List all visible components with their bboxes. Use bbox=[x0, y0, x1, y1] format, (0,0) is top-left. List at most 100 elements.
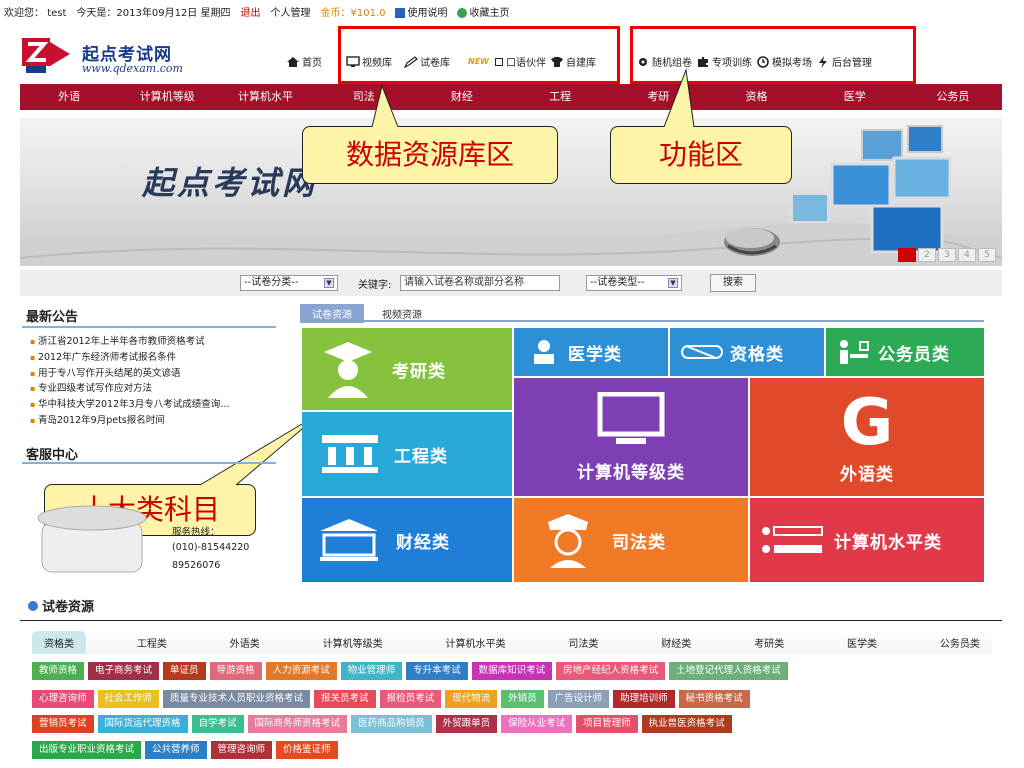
category-item[interactable]: 计算机等级 bbox=[118, 84, 216, 110]
search-button[interactable]: 搜索 bbox=[710, 274, 756, 292]
tile-computer-level[interactable]: 计算机水平类 bbox=[750, 498, 984, 582]
manual-link[interactable]: 使用说明 bbox=[395, 4, 447, 19]
paper-category-select[interactable]: --试卷分类-- ▼ bbox=[240, 275, 338, 291]
paper-tag[interactable]: 心理咨询师 bbox=[32, 690, 94, 708]
nav-home[interactable]: 首页 bbox=[286, 54, 322, 69]
category-item[interactable]: 医学 bbox=[806, 84, 904, 110]
category-item[interactable]: 计算机水平 bbox=[216, 84, 314, 110]
category-item[interactable]: 司法 bbox=[315, 84, 413, 110]
nav-home-label: 首页 bbox=[302, 58, 322, 69]
bookmark-label: 收藏主页 bbox=[469, 7, 510, 19]
paper-category-tab[interactable]: 医学类 bbox=[835, 631, 889, 654]
paper-tag[interactable]: 人力资源考试 bbox=[265, 662, 337, 680]
paper-tag[interactable]: 广告设计师 bbox=[547, 690, 610, 708]
function-area-highlight bbox=[630, 26, 916, 84]
paper-tag-row: 营销员考试 国际货运代理资格 自学考试 国际商务师资格考试 医药商品购销员 外贸跟单员 保险… bbox=[32, 715, 992, 733]
tile-judicial[interactable]: 司法类 bbox=[514, 498, 748, 582]
paper-tag[interactable]: 教师资格 bbox=[32, 662, 85, 680]
paper-tag[interactable]: 医药商品购销员 bbox=[351, 715, 432, 733]
paper-tag[interactable]: 外销员 bbox=[501, 690, 544, 708]
banner-title: 起点考试网 bbox=[142, 164, 318, 202]
tile-finance[interactable]: 财经类 bbox=[302, 498, 512, 582]
paper-category-tab[interactable]: 工程类 bbox=[125, 631, 179, 654]
tile-finance-label: 财经类 bbox=[396, 532, 450, 553]
category-item[interactable]: 公务员 bbox=[904, 84, 1002, 110]
paper-tag[interactable]: 营销员考试 bbox=[32, 715, 94, 733]
service-phone-graphic bbox=[37, 505, 147, 573]
tile-civil-label: 公务员类 bbox=[878, 344, 950, 365]
tile-computer-grade[interactable]: 计算机等级类 bbox=[514, 378, 748, 496]
paper-tag[interactable]: 社会工作师 bbox=[97, 690, 160, 708]
paper-category-tab[interactable]: 财经类 bbox=[649, 631, 703, 654]
category-item[interactable]: 工程 bbox=[511, 84, 609, 110]
category-item[interactable]: 考研 bbox=[609, 84, 707, 110]
paper-category-tab[interactable]: 外语类 bbox=[218, 631, 272, 654]
paper-tag[interactable]: 执业兽医资格考试 bbox=[641, 715, 732, 733]
banner-page-button[interactable]: 3 bbox=[938, 248, 956, 262]
paper-tag[interactable]: 报关员考试 bbox=[314, 690, 376, 708]
paper-tag[interactable]: 项目管理师 bbox=[576, 715, 638, 733]
paper-tag[interactable]: 单证员 bbox=[163, 662, 206, 680]
paper-tag[interactable]: 外贸跟单员 bbox=[435, 715, 498, 733]
notice-item[interactable]: 华中科技大学2012年3月专八考试成绩查询… bbox=[30, 397, 280, 413]
tile-medicine[interactable]: 医学类 bbox=[514, 328, 668, 376]
welcome-text: 欢迎您： test bbox=[4, 4, 66, 19]
category-item[interactable]: 资格 bbox=[707, 84, 805, 110]
paper-tag[interactable]: 数据库知识考试 bbox=[471, 662, 553, 680]
paper-tag[interactable]: 电子商务考试 bbox=[88, 662, 160, 680]
tile-civil[interactable]: 公务员类 bbox=[826, 328, 984, 376]
notice-item[interactable]: 用于专八写作开头结尾的英文谚语 bbox=[30, 366, 280, 382]
paper-tag[interactable]: 土地登记代理人资格考试 bbox=[669, 662, 788, 680]
paper-tag[interactable]: 房地产经纪人资格考试 bbox=[556, 662, 666, 680]
banner-page-button[interactable]: 2 bbox=[918, 248, 936, 262]
paper-category-tab[interactable]: 计算机等级类 bbox=[311, 631, 395, 654]
logout-link[interactable]: 退出 bbox=[240, 4, 260, 19]
paper-tag-row: 出版专业职业资格考试 公共营养师 管理咨询师 价格鉴证师 bbox=[32, 741, 992, 759]
paper-type-select[interactable]: --试卷类型-- ▼ bbox=[586, 275, 682, 291]
paper-tag[interactable]: 专升本考试 bbox=[406, 662, 468, 680]
notice-title: 最新公告 bbox=[26, 310, 79, 325]
paper-tag[interactable]: 现代物流 bbox=[445, 690, 498, 708]
paper-tag[interactable]: 出版专业职业资格考试 bbox=[32, 741, 142, 759]
paper-category-tab[interactable]: 司法类 bbox=[556, 631, 610, 654]
paper-tag[interactable]: 质量专业技术人员职业资格考试 bbox=[163, 690, 311, 708]
today-label: 今天是： bbox=[76, 7, 117, 19]
notice-item[interactable]: 2012年广东经济师考试报名条件 bbox=[30, 350, 280, 366]
paper-tag[interactable]: 公共营养师 bbox=[145, 741, 207, 759]
paper-category-tab[interactable]: 考研类 bbox=[742, 631, 796, 654]
tile-foreign[interactable]: G 外语类 bbox=[750, 378, 984, 496]
paper-tag[interactable]: 自学考试 bbox=[191, 715, 244, 733]
banner-page-button[interactable]: 1 bbox=[898, 248, 916, 262]
notice-item[interactable]: 浙江省2012年上半年各市教师资格考试 bbox=[30, 334, 280, 350]
paper-category-tab[interactable]: 计算机水平类 bbox=[434, 631, 518, 654]
paper-category-tab[interactable]: 公务员类 bbox=[928, 631, 992, 654]
paper-tag[interactable]: 助理培训师 bbox=[613, 690, 675, 708]
category-item[interactable]: 财经 bbox=[413, 84, 511, 110]
home-icon bbox=[287, 56, 299, 67]
notice-item[interactable]: 青岛2012年9月pets报名时间 bbox=[30, 413, 280, 429]
personal-link[interactable]: 个人管理 bbox=[270, 4, 310, 19]
tile-qualification-label: 资格类 bbox=[730, 344, 784, 365]
notice-item[interactable]: 专业四级考试写作应对方法 bbox=[30, 381, 280, 397]
keyword-input[interactable]: 请输入试卷名称或部分名称 bbox=[400, 275, 560, 291]
paper-tag[interactable]: 保险从业考试 bbox=[501, 715, 573, 733]
tile-computer-level-label: 计算机水平类 bbox=[834, 532, 942, 553]
site-logo[interactable]: 起点考试网 www.qdexam.com bbox=[20, 36, 200, 80]
banner-page-button[interactable]: 5 bbox=[978, 248, 996, 262]
coin-balance: 金币：¥101.0 bbox=[320, 7, 386, 19]
tile-qualification[interactable]: 资格类 bbox=[670, 328, 824, 376]
paper-tag[interactable]: 导游资格 bbox=[209, 662, 262, 680]
tile-kaoyan[interactable]: 考研类 bbox=[302, 328, 512, 410]
paper-tag[interactable]: 报检员考试 bbox=[379, 690, 442, 708]
paper-tag[interactable]: 管理咨询师 bbox=[210, 741, 273, 759]
paper-tag[interactable]: 价格鉴证师 bbox=[276, 741, 338, 759]
paper-tag[interactable]: 物业管理师 bbox=[340, 662, 403, 680]
paper-category-tab[interactable]: 资格类 bbox=[32, 630, 86, 654]
bookmark-link[interactable]: 收藏主页 bbox=[457, 4, 509, 19]
paper-tag[interactable]: 秘书资格考试 bbox=[678, 690, 750, 708]
paper-tag[interactable]: 国际货运代理资格 bbox=[97, 715, 188, 733]
category-item[interactable]: 外语 bbox=[20, 84, 118, 110]
tile-engineering[interactable]: 工程类 bbox=[302, 412, 512, 496]
banner-page-button[interactable]: 4 bbox=[958, 248, 976, 262]
paper-tag[interactable]: 国际商务师资格考试 bbox=[247, 715, 348, 733]
